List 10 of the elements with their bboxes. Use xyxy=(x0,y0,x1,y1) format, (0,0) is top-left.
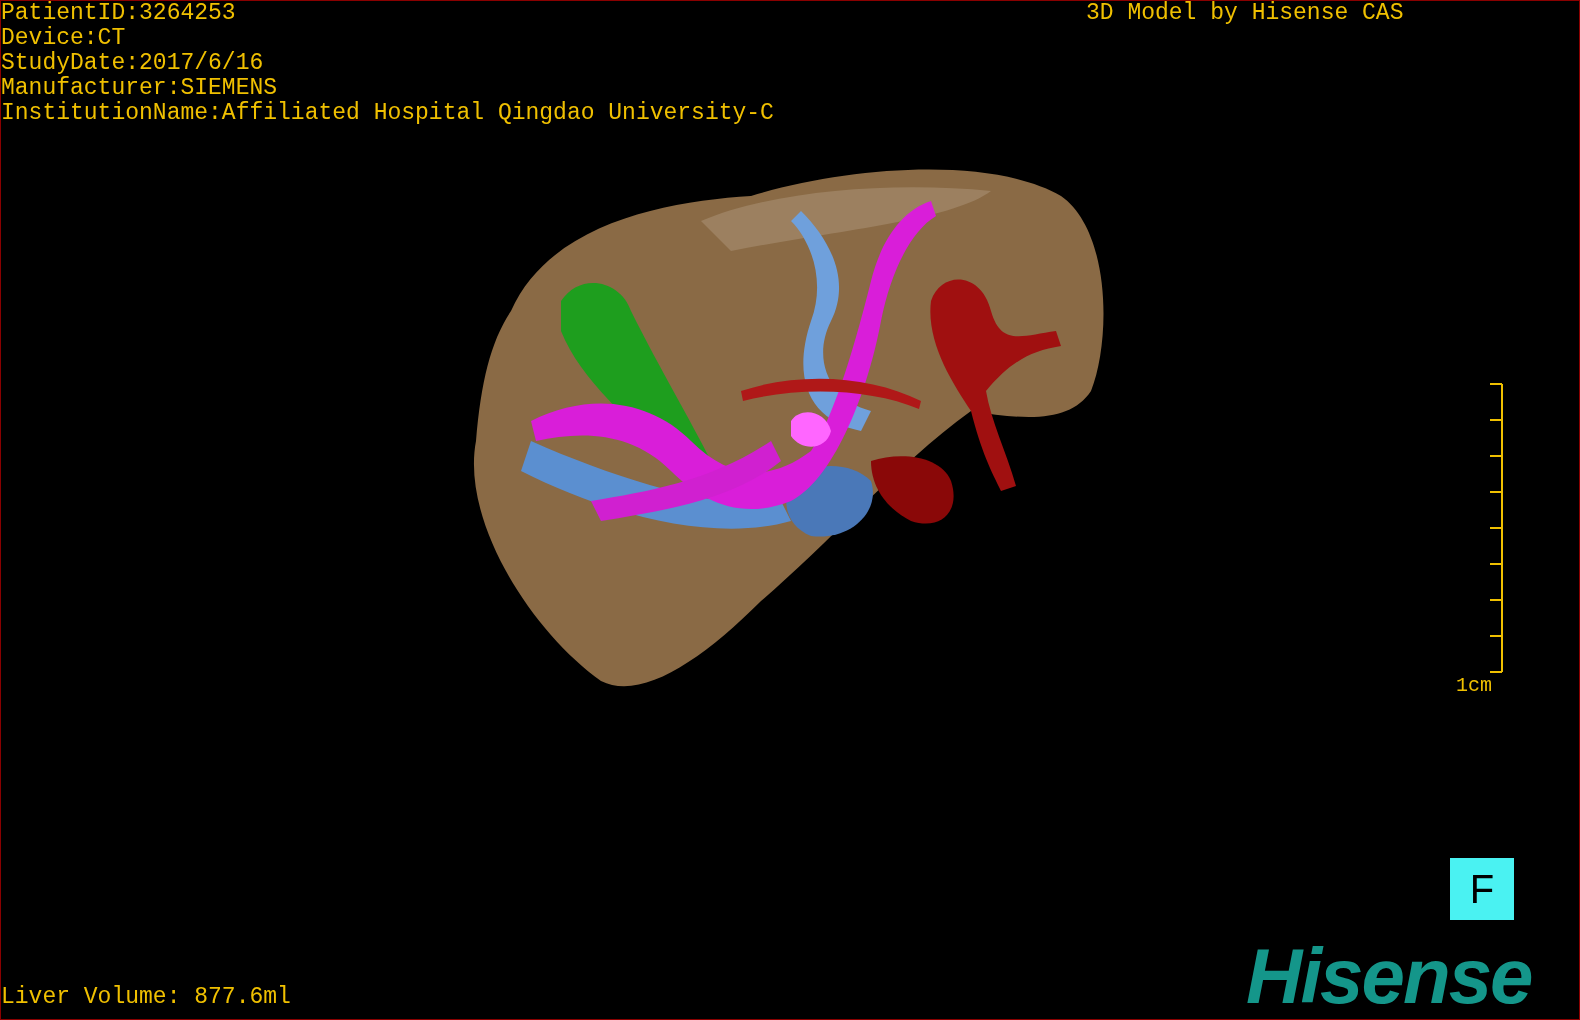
patient-info-text: StudyDate:2017/6/16 xyxy=(1,51,265,76)
patient-info-text: InstitutionName:Affiliated Hospital Qingdao University-C xyxy=(1,101,774,126)
liver-volume-label: Liver Volume: 877.6ml xyxy=(1,985,291,1010)
patient-info-text: Device:CT xyxy=(1,26,127,51)
model-title: 3D Model by Hisense CAS xyxy=(1086,1,1404,26)
orientation-marker: F xyxy=(1450,858,1514,920)
scale-label: 1cm xyxy=(1456,675,1492,697)
brand-logo: Hisense xyxy=(1246,936,1532,1016)
patient-info-text: Manufacturer:SIEMENS xyxy=(1,76,279,101)
patient-info-text: PatientID:3264253 xyxy=(1,1,237,26)
